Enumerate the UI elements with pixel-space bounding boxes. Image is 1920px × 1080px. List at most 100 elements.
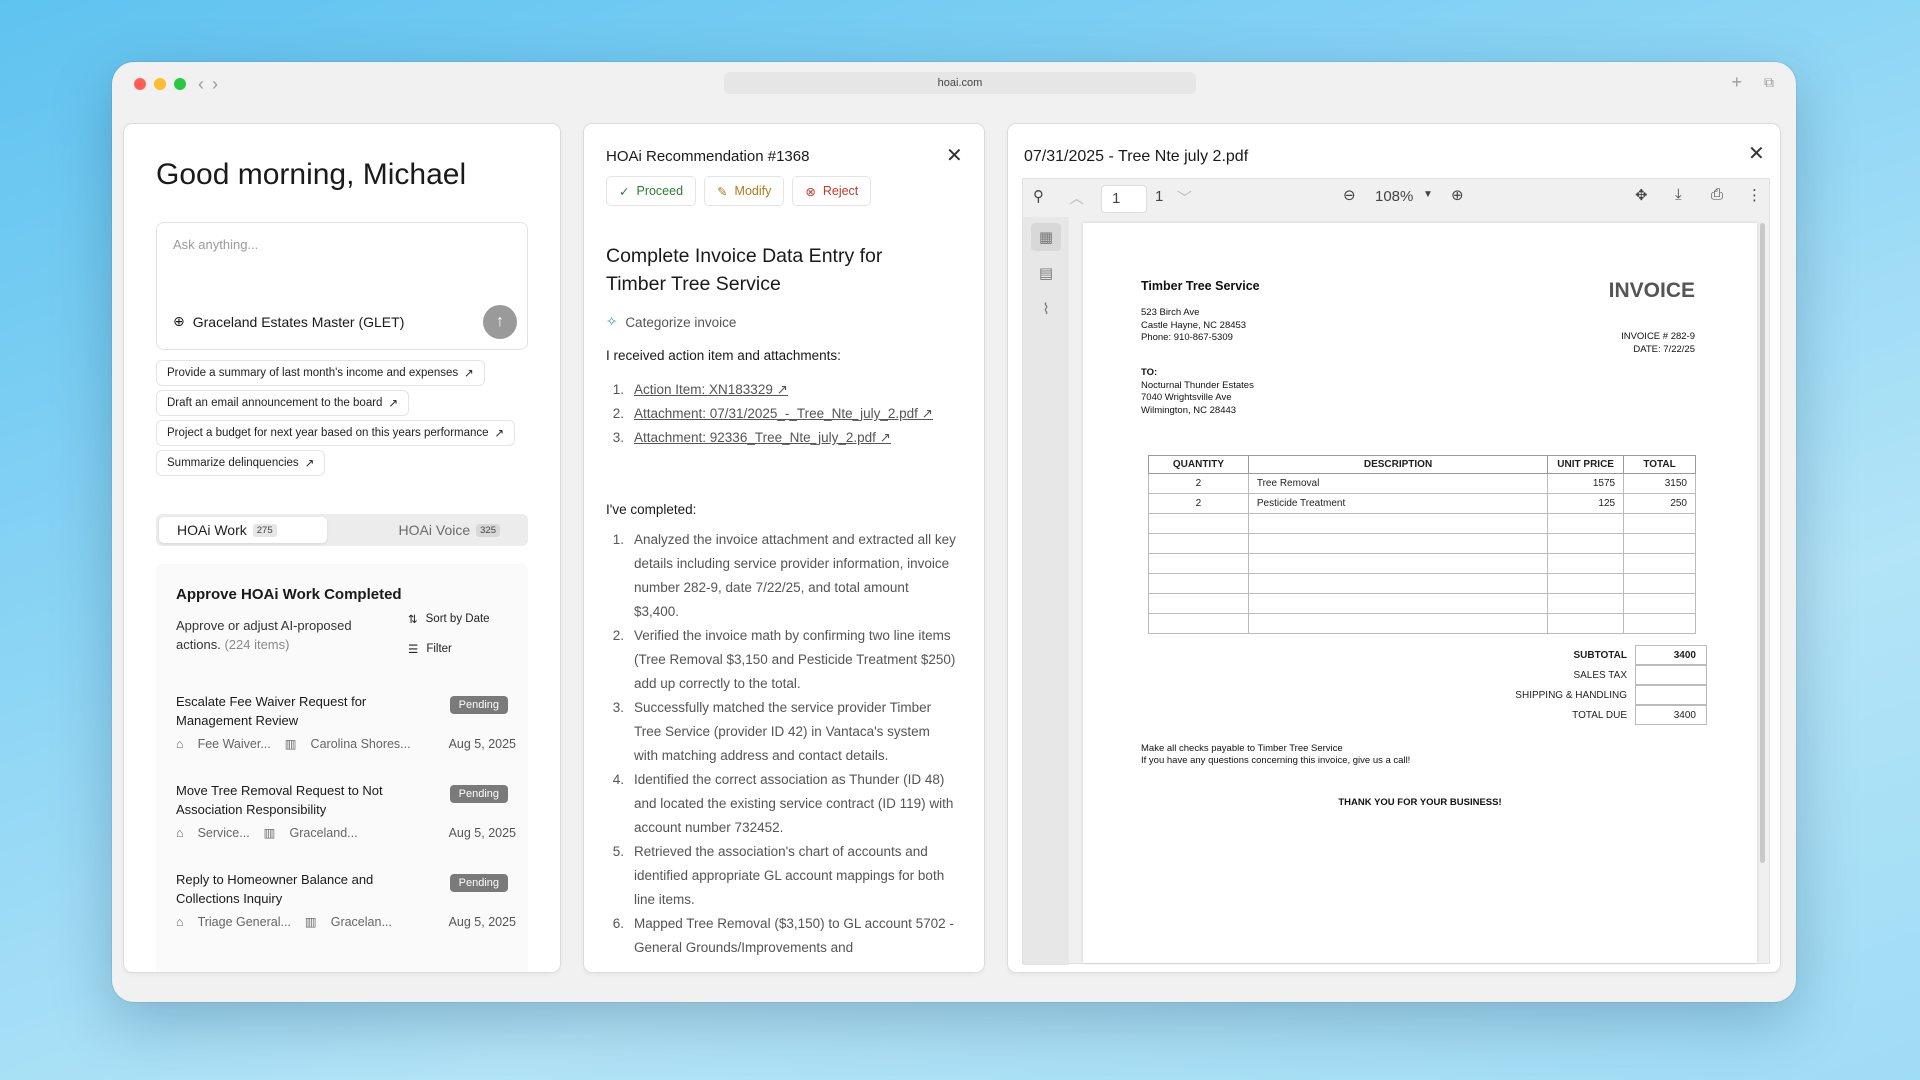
received-label: I received action item and attachments: [606, 348, 841, 363]
send-button[interactable]: ↑ [483, 305, 517, 339]
invoice-row [1148, 533, 1696, 554]
invoice-footer: Make all checks payable to Timber Tree S… [1141, 743, 1411, 766]
reject-button[interactable]: ⊗ Reject [792, 176, 872, 206]
invoice-cell: 2 [1148, 493, 1249, 514]
add-circle-icon: ⊕ [173, 313, 185, 329]
status-badge: Pending [449, 696, 508, 714]
pdf-scrollbar[interactable] [1760, 223, 1765, 863]
list-item[interactable]: Reply to Homeowner Balance and Collectio… [176, 870, 516, 929]
invoice-cell [1148, 573, 1249, 594]
greeting: Good morning, Michael [156, 158, 467, 191]
proceed-button[interactable]: ✓ Proceed [606, 176, 697, 206]
more-options-icon[interactable]: ⋮ [1747, 186, 1762, 204]
association-label: Graceland Estates Master (GLET) [192, 313, 405, 330]
zoom-level[interactable]: 108% [1375, 188, 1413, 205]
invoice-cell [1623, 513, 1696, 534]
category-label: ✧ Categorize invoice [606, 314, 737, 330]
sort-by-date-button[interactable]: ⇅ Sort by Date [408, 612, 490, 626]
back-icon[interactable]: ‹ [198, 74, 204, 95]
invoice-cell: 3150 [1623, 473, 1696, 494]
chevron-down-icon[interactable]: ﹀ [1177, 187, 1192, 208]
totals-label: SUBTOTAL [1573, 649, 1627, 661]
invoice-table: QUANTITY DESCRIPTION UNIT PRICE TOTAL 2T… [1148, 455, 1696, 634]
forward-icon[interactable]: › [212, 74, 218, 95]
pdf-title: 07/31/2025 - Tree Nte july 2.pdf [1024, 148, 1249, 165]
work-description: Approve or adjust AI-proposed actions. (… [176, 618, 352, 652]
count-badge: 325 [476, 523, 500, 537]
suggestion-chip[interactable]: Summarize delinquencies ↗ [156, 450, 326, 476]
modify-button[interactable]: ✎ Modify [704, 176, 785, 206]
pdf-page: Timber Tree Service 523 Birch Ave Castle… [1083, 223, 1757, 963]
invoice-row [1148, 553, 1696, 574]
invoice-cell [1247, 593, 1549, 614]
page-number-input[interactable]: 1 [1101, 185, 1147, 213]
tab-hoai-voice[interactable]: HOAi Voice 325 [381, 517, 518, 543]
recommendation-title: HOAi Recommendation #1368 [606, 148, 810, 165]
outline-icon[interactable]: ▤ [1031, 259, 1061, 287]
totals-row: SUBTOTAL 3400 [1435, 645, 1707, 665]
invoice-cell [1148, 593, 1249, 614]
filter-button[interactable]: ☰ Filter [408, 642, 452, 656]
invoice-cell: 250 [1623, 493, 1696, 514]
invoice-row [1148, 593, 1696, 614]
new-tab-icon[interactable]: + [1731, 72, 1742, 93]
check-circle-icon: ✓ [619, 184, 630, 199]
invoice-cell: Tree Removal [1247, 473, 1549, 494]
invoice-cell [1148, 553, 1249, 574]
minimize-window-button[interactable] [154, 78, 166, 90]
tag-icon: ⌂ [176, 736, 184, 751]
tabs-overview-icon[interactable]: ⧉ [1764, 74, 1774, 93]
search-icon[interactable]: ⚲ [1033, 187, 1044, 205]
arrow-up-right-icon: ↗ [388, 398, 399, 410]
attachment-list: 1. Action Item: XN183329 ↗ 2. Attachment: … [606, 378, 956, 450]
list-item[interactable]: Escalate Fee Waiver Request for Manageme… [176, 692, 516, 751]
invoice-cell [1547, 593, 1625, 614]
invoice-cell [1547, 513, 1625, 534]
chevron-up-icon[interactable]: ︿ [1069, 187, 1084, 208]
attachment-icon[interactable]: ⌇ [1031, 295, 1061, 323]
attachment-link[interactable]: Attachment: 92336_Tree_Nte_july_2.pdf ↗ [634, 426, 891, 450]
fit-page-icon[interactable]: ✥ [1635, 186, 1648, 204]
zoom-out-icon[interactable]: ⊖ [1343, 186, 1356, 204]
close-window-button[interactable] [134, 78, 146, 90]
ask-input[interactable] [173, 237, 473, 252]
suggestion-chip[interactable]: Provide a summary of last month's income… [156, 360, 485, 386]
invoice-row: 2 Pesticide Treatment 125 250 [1148, 493, 1696, 514]
invoice-company-address: 523 Birch Ave Castle Hayne, NC 28453 Pho… [1141, 307, 1247, 343]
invoice-cell [1623, 613, 1696, 634]
thumbnails-icon[interactable]: ▦ [1031, 223, 1061, 251]
tab-hoai-work[interactable]: HOAi Work 275 [159, 517, 327, 543]
close-recommendation-button[interactable]: ✕ [946, 146, 963, 166]
close-pdf-button[interactable]: ✕ [1748, 144, 1765, 164]
association-selector[interactable]: ⊕ Graceland Estates Master (GLET) [173, 313, 404, 330]
invoice-cell [1247, 533, 1549, 554]
zoom-in-icon[interactable]: ⊕ [1451, 186, 1464, 204]
x-circle-icon: ⊗ [805, 184, 816, 199]
invoice-recipient: TO: Nocturnal Thunder Estates 7040 Wrigh… [1141, 367, 1254, 416]
invoice-cell: Pesticide Treatment [1247, 493, 1549, 514]
list-item[interactable]: Move Tree Removal Request to Not Associa… [176, 781, 516, 840]
invoice-cell [1547, 613, 1625, 634]
page-total: 1 [1155, 188, 1164, 205]
building-icon: ▥ [304, 915, 317, 929]
url-bar[interactable]: hoai.com [724, 72, 1196, 94]
totals-value: 3400 [1635, 645, 1707, 665]
invoice-row: 2 Tree Removal 1575 3150 [1148, 473, 1696, 494]
home-panel: Good morning, Michael ⊕ Graceland Estate… [124, 124, 560, 972]
invoice-cell: 1575 [1547, 473, 1625, 494]
print-icon[interactable]: ⎙ [1711, 186, 1723, 203]
invoice-cell [1247, 573, 1549, 594]
invoice-cell [1623, 533, 1696, 554]
sort-icon: ⇅ [408, 614, 418, 626]
action-item-link[interactable]: Action Item: XN183329 ↗ [634, 378, 788, 402]
totals-label: SHIPPING & HANDLING [1515, 689, 1627, 701]
totals-row: SALES TAX [1435, 665, 1707, 685]
suggestion-chip[interactable]: Draft an email announcement to the board… [156, 390, 410, 416]
download-icon[interactable]: ⤓ [1675, 186, 1682, 203]
maximize-window-button[interactable] [174, 78, 186, 90]
totals-row: TOTAL DUE 3400 [1435, 705, 1707, 725]
attachment-link[interactable]: Attachment: 07/31/2025_-_Tree_Nte_july_2… [634, 402, 933, 426]
suggestion-chip[interactable]: Project a budget for next year based on … [156, 420, 516, 446]
close-icon: ✕ [946, 145, 963, 167]
zoom-dropdown-icon[interactable]: ▼ [1423, 189, 1433, 200]
